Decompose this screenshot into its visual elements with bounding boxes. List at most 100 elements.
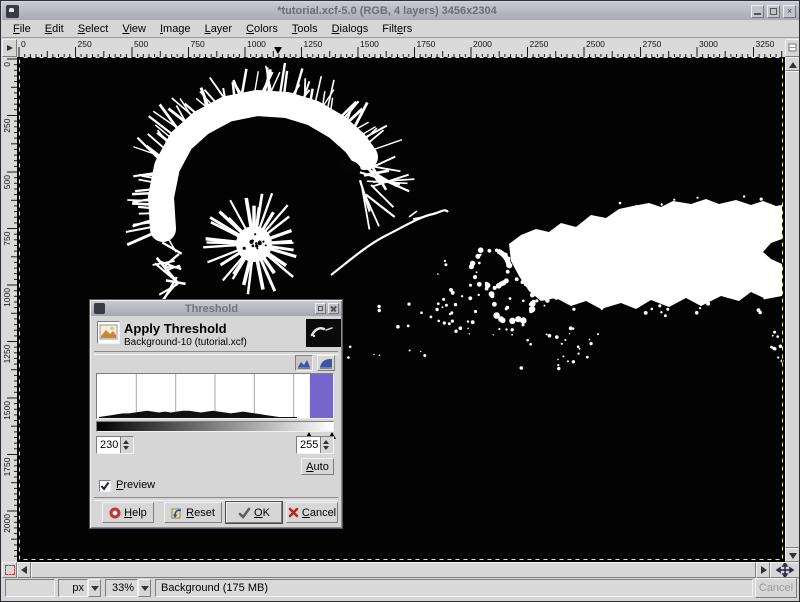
dialog-close-button[interactable] — [328, 303, 339, 314]
threshold-gradient-bar[interactable] — [96, 421, 334, 432]
svg-text:2000: 2000 — [473, 39, 492, 49]
svg-text:3000: 3000 — [699, 39, 718, 49]
menu-tools[interactable]: Tools — [285, 22, 325, 36]
low-threshold-spinbox[interactable]: 230 — [96, 436, 134, 454]
svg-text:0: 0 — [2, 62, 12, 67]
quickmask-icon — [5, 565, 15, 575]
menu-image[interactable]: Image — [153, 22, 198, 36]
ruler-ticks: 0 250 500 750 1000 1250 1500 1750 2000 — [2, 57, 17, 562]
auto-button-label: Auto — [306, 461, 329, 473]
canvas-corner-button[interactable] — [785, 39, 800, 57]
svg-text:2500: 2500 — [586, 39, 605, 49]
unit-field[interactable]: px — [58, 579, 88, 597]
navigation-cross-icon — [771, 563, 799, 577]
horizontal-scrollbar[interactable] — [17, 562, 770, 578]
ruler-ticks: 0250500750100012501500175020002250250027… — [17, 39, 785, 57]
svg-text:2750: 2750 — [643, 39, 662, 49]
menu-filters[interactable]: Filters — [375, 22, 419, 36]
vertical-scroll-thumb[interactable] — [785, 71, 800, 548]
maximize-button[interactable] — [767, 5, 780, 18]
quickmask-toggle[interactable] — [2, 562, 17, 578]
separator — [94, 497, 338, 501]
cursor-position-field — [5, 579, 55, 597]
navigation-button[interactable] — [770, 562, 800, 578]
histogram-panel[interactable] — [96, 373, 334, 419]
svg-text:500: 500 — [134, 39, 148, 49]
window-title: *tutorial.xcf-5.0 (RGB, 4 layers) 3456x2… — [23, 5, 751, 17]
help-icon — [109, 507, 121, 519]
svg-text:250: 250 — [2, 118, 12, 132]
zoom-combo-arrow[interactable] — [138, 579, 151, 597]
scroll-left-button[interactable] — [17, 562, 31, 578]
window-titlebar[interactable]: *tutorial.xcf-5.0 (RGB, 4 layers) 3456x2… — [2, 2, 799, 20]
svg-text:1000: 1000 — [247, 39, 266, 49]
linear-histogram-button[interactable] — [295, 355, 313, 371]
menu-arrow-icon — [3, 40, 16, 56]
preview-checkbox[interactable] — [99, 480, 111, 492]
cancel-x-icon — [288, 507, 299, 518]
svg-text:2250: 2250 — [530, 39, 549, 49]
dialog-title: Threshold — [108, 303, 315, 315]
svg-text:3250: 3250 — [756, 39, 775, 49]
reset-button[interactable]: Reset — [164, 502, 222, 523]
dialog-titlebar[interactable]: Threshold — [91, 301, 341, 316]
cancel-button-label: Cancel — [302, 507, 336, 519]
dialog-subheading: Background-10 (tutorial.xcf) — [124, 337, 247, 348]
menu-select[interactable]: Select — [71, 22, 116, 36]
ok-button[interactable]: OK — [226, 502, 282, 523]
menu-layer[interactable]: Layer — [198, 22, 240, 36]
svg-text:1750: 1750 — [417, 39, 436, 49]
menu-view[interactable]: View — [115, 22, 153, 36]
logarithmic-histogram-button[interactable] — [317, 355, 335, 371]
gimp-wilber-icon — [6, 5, 19, 18]
gimp-image-window: *tutorial.xcf-5.0 (RGB, 4 layers) 3456x2… — [0, 0, 800, 602]
high-threshold-spinbox[interactable]: 255 — [296, 436, 334, 454]
svg-text:2000: 2000 — [2, 514, 12, 533]
statusbar-cancel-button: Cancel — [755, 578, 797, 598]
scroll-right-button[interactable] — [756, 562, 770, 578]
zoom-field[interactable]: 33% — [105, 579, 138, 597]
scroll-up-button[interactable] — [785, 57, 800, 71]
menu-dialogs[interactable]: Dialogs — [325, 22, 376, 36]
svg-text:1500: 1500 — [2, 401, 12, 420]
minimize-button[interactable] — [751, 5, 764, 18]
menu-edit[interactable]: Edit — [38, 22, 71, 36]
menu-file[interactable]: File — [6, 22, 38, 36]
horizontal-ruler[interactable]: 0250500750100012501500175020002250250027… — [17, 39, 785, 58]
grid-icon — [786, 40, 799, 56]
svg-text:750: 750 — [2, 231, 12, 245]
menubar: FileEditSelectViewImageLayerColorsToolsD… — [2, 20, 799, 38]
help-button[interactable]: Help — [102, 502, 154, 523]
preview-label[interactable]: Preview — [116, 479, 155, 491]
svg-text:1250: 1250 — [2, 344, 12, 363]
help-button-label: Help — [124, 507, 147, 519]
cancel-button[interactable]: Cancel — [286, 502, 338, 523]
auto-button[interactable]: Auto — [301, 458, 334, 475]
check-icon — [100, 481, 110, 491]
statusbar: px 33% Background (175 MB) Cancel — [2, 578, 799, 599]
svg-text:1750: 1750 — [2, 457, 12, 476]
svg-text:750: 750 — [191, 39, 205, 49]
dialog-heading: Apply Threshold — [124, 321, 227, 336]
image-menu-button[interactable] — [2, 39, 17, 57]
horizontal-scroll-thumb[interactable] — [31, 562, 756, 578]
scroll-down-button[interactable] — [785, 548, 800, 562]
svg-text:1000: 1000 — [2, 288, 12, 307]
close-button[interactable]: × — [783, 5, 796, 18]
svg-text:500: 500 — [2, 175, 12, 189]
unit-combo-arrow[interactable] — [88, 579, 101, 597]
vertical-ruler[interactable]: 0 250 500 750 1000 1250 1500 1750 2000 — [2, 57, 18, 562]
menu-colors[interactable]: Colors — [239, 22, 285, 36]
threshold-dialog: Threshold Apply Threshold Background-10 … — [89, 299, 343, 529]
dialog-preview-thumbnail — [306, 319, 341, 347]
spinner-buttons[interactable] — [320, 437, 333, 453]
dialog-maximize-button[interactable] — [315, 303, 326, 314]
status-message: Background (175 MB) — [155, 579, 753, 597]
svg-text:1250: 1250 — [304, 39, 323, 49]
ok-check-icon — [238, 507, 251, 519]
reset-icon — [171, 507, 183, 519]
spinner-buttons[interactable] — [120, 437, 133, 453]
vertical-scrollbar[interactable] — [785, 57, 800, 562]
ruler-position-marker — [274, 47, 282, 54]
dialog-wilber-icon — [94, 303, 105, 314]
